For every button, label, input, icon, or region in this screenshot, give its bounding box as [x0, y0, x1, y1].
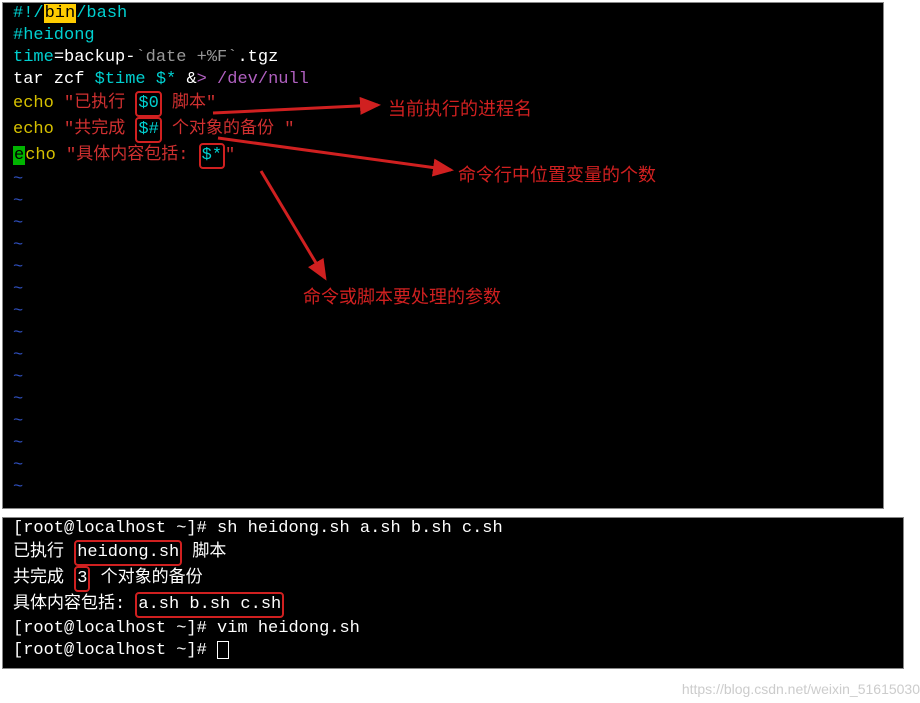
- prompt: [root@localhost ~]#: [13, 519, 217, 538]
- output-terminal: [root@localhost ~]# sh heidong.sh a.sh b…: [2, 517, 904, 669]
- script-line-2: #heidong: [3, 25, 883, 47]
- highlighted-bin: bin: [44, 4, 77, 23]
- shell-command[interactable]: vim heidong.sh: [217, 619, 360, 638]
- result-count: 3: [74, 566, 90, 592]
- vim-tilde: ~: [3, 213, 883, 235]
- vim-tilde: ~: [3, 367, 883, 389]
- vim-tilde: ~: [3, 411, 883, 433]
- text: 已执行: [74, 94, 135, 113]
- output-line: [root@localhost ~]# vim heidong.sh: [3, 618, 903, 640]
- cursor-e: e: [13, 146, 25, 165]
- text: ": [56, 146, 76, 165]
- vim-tilde: ~: [3, 433, 883, 455]
- text: 具体内容包括:: [13, 595, 135, 614]
- text: 共完成: [74, 120, 135, 139]
- text: echo: [13, 94, 54, 113]
- result-scriptname: heidong.sh: [74, 540, 182, 566]
- text: $time $*: [95, 70, 177, 89]
- text: &: [176, 70, 196, 89]
- text: =backup-: [54, 48, 136, 67]
- vim-tilde: ~: [3, 345, 883, 367]
- var-dollar-star: $*: [199, 143, 225, 169]
- text: 已执行: [13, 543, 74, 562]
- var-dollar-zero: $0: [135, 91, 161, 117]
- text: 共完成: [13, 569, 74, 588]
- text: #!/: [13, 4, 44, 23]
- text: > /dev/null: [197, 70, 309, 89]
- output-line: 具体内容包括: a.sh b.sh c.sh: [3, 592, 903, 618]
- output-line: [root@localhost ~]# sh heidong.sh a.sh b…: [3, 518, 903, 540]
- script-line-4: tar zcf $time $* &> /dev/null: [3, 69, 883, 91]
- script-editor-terminal: #!/bin/bash #heidong time=backup-`date +…: [2, 2, 884, 509]
- text: ": [284, 120, 294, 139]
- script-line-1: #!/bin/bash: [3, 3, 883, 25]
- vim-tilde: ~: [3, 389, 883, 411]
- annotation-params: 命令或脚本要处理的参数: [303, 283, 501, 309]
- vim-tilde: ~: [3, 257, 883, 279]
- text: `date +%F`: [135, 48, 237, 67]
- text: 个对象的备份: [162, 120, 284, 139]
- text: ": [54, 120, 74, 139]
- vim-tilde: ~: [3, 455, 883, 477]
- vim-tilde: ~: [3, 323, 883, 345]
- text: echo: [13, 120, 54, 139]
- text: tar zcf: [13, 70, 95, 89]
- output-line: 共完成 3 个对象的备份: [3, 566, 903, 592]
- vim-tilde: ~: [3, 191, 883, 213]
- vim-tilde: ~: [3, 235, 883, 257]
- result-list: a.sh b.sh c.sh: [135, 592, 284, 618]
- watermark-text: https://blog.csdn.net/weixin_51615030: [682, 681, 920, 697]
- annotation-arg-count: 命令行中位置变量的个数: [458, 161, 656, 187]
- prompt: [root@localhost ~]#: [13, 641, 217, 660]
- text: ": [206, 94, 216, 113]
- vim-tilde: ~: [3, 169, 883, 191]
- text: 脚本: [182, 543, 226, 562]
- text: /bash: [76, 4, 127, 23]
- text: cho: [25, 146, 56, 165]
- var-dollar-hash: $#: [135, 117, 161, 143]
- output-line: [root@localhost ~]#: [3, 640, 903, 662]
- output-line: 已执行 heidong.sh 脚本: [3, 540, 903, 566]
- shell-command[interactable]: sh heidong.sh a.sh b.sh c.sh: [217, 519, 503, 538]
- annotation-process-name: 当前执行的进程名: [388, 95, 532, 121]
- cursor-icon[interactable]: [217, 641, 229, 659]
- text: ": [225, 146, 235, 165]
- vim-tilde: ~: [3, 477, 883, 499]
- text: time: [13, 48, 54, 67]
- script-line-3: time=backup-`date +%F`.tgz: [3, 47, 883, 69]
- prompt: [root@localhost ~]#: [13, 619, 217, 638]
- text: .tgz: [237, 48, 278, 67]
- text: 个对象的备份: [90, 569, 202, 588]
- text: 具体内容包括:: [76, 146, 198, 165]
- text: ": [54, 94, 74, 113]
- text: 脚本: [162, 94, 206, 113]
- script-line-7: echo "具体内容包括: $*": [3, 143, 883, 169]
